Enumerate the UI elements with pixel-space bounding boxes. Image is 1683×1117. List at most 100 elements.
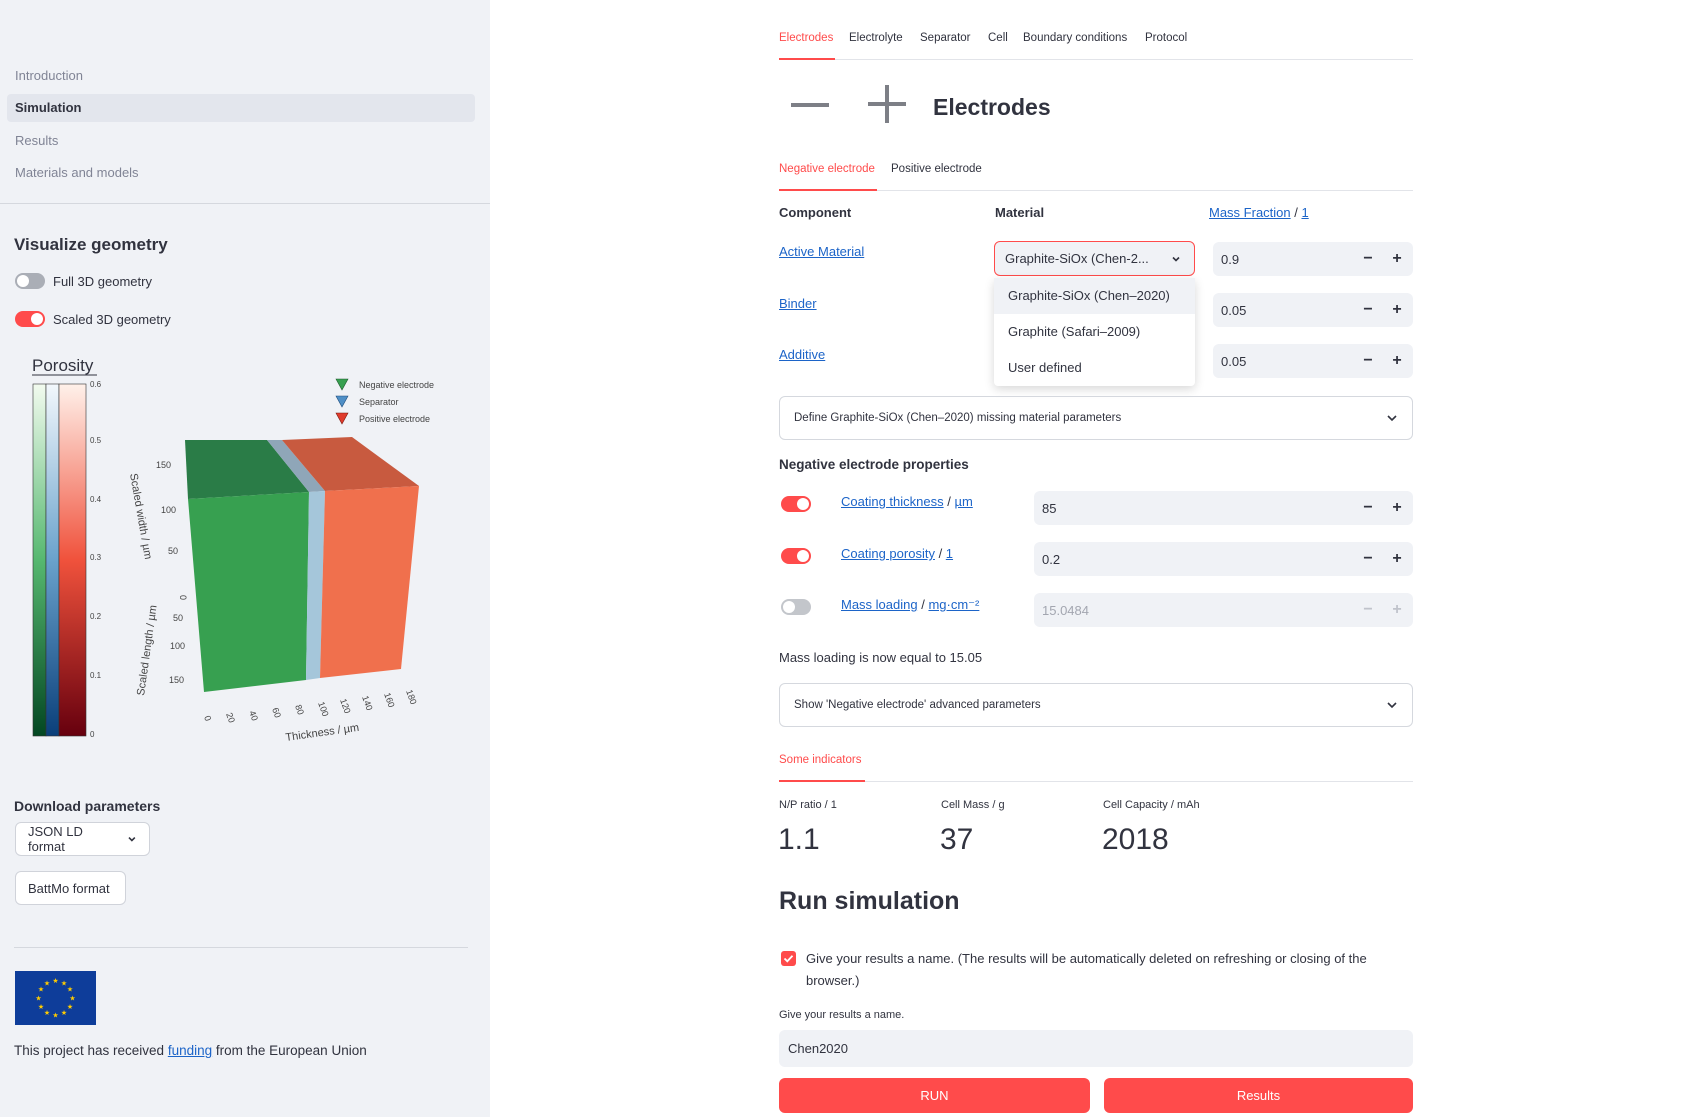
coating-porosity-label: Coating porosity / 1 — [841, 546, 954, 561]
nav-materials-and-models[interactable]: Materials and models — [7, 159, 475, 187]
name-results-checkbox[interactable] — [781, 951, 796, 966]
width-tick: 100 — [161, 505, 176, 515]
decrement-button[interactable]: − — [1355, 344, 1381, 378]
tab-negative-electrode[interactable]: Negative electrode — [779, 159, 875, 179]
nav-introduction[interactable]: Introduction — [7, 62, 475, 90]
scaled-3d-label: Scaled 3D geometry — [53, 311, 171, 327]
coating-thickness-input[interactable]: 85 − + — [1034, 491, 1413, 525]
svg-text:★: ★ — [35, 995, 41, 1003]
svg-text:★: ★ — [61, 1009, 67, 1017]
material-option[interactable]: Graphite-SiOx (Chen–2020) — [994, 278, 1195, 314]
json-ld-format-button[interactable]: JSON LD format — [15, 822, 150, 856]
thickness-tick: 0 — [202, 714, 213, 722]
coating-porosity-link[interactable]: Coating porosity — [841, 546, 935, 561]
legend-separator-swatch — [335, 395, 349, 408]
increment-button[interactable]: + — [1384, 491, 1410, 525]
mass-loading-link[interactable]: Mass loading — [841, 597, 918, 612]
legend-positive[interactable]: Positive electrode — [359, 414, 430, 424]
battmo-format-label: BattMo format — [28, 880, 110, 896]
additive-fraction-input[interactable]: 0.05 − + — [1213, 344, 1413, 378]
coating-thickness-link[interactable]: Coating thickness — [841, 494, 944, 509]
legend-separator[interactable]: Separator — [359, 397, 399, 407]
tab-positive-electrode[interactable]: Positive electrode — [891, 159, 982, 179]
decrement-button[interactable]: − — [1355, 293, 1381, 327]
run-button[interactable]: RUN — [779, 1078, 1090, 1113]
full-3d-toggle-row[interactable]: Full 3D geometry — [15, 272, 152, 290]
electrode-tabs: Negative electrode Positive electrode — [779, 159, 1413, 191]
advanced-parameters-expander[interactable]: Show 'Negative electrode' advanced param… — [779, 683, 1413, 727]
legend-negative[interactable]: Negative electrode — [359, 380, 434, 390]
colorbar-tick: 0.1 — [90, 671, 102, 680]
decrement-button[interactable]: − — [1355, 491, 1381, 525]
additive-fraction-value: 0.05 — [1221, 353, 1247, 369]
increment-button[interactable]: + — [1384, 293, 1410, 327]
coating-porosity-input[interactable]: 0.2 − + — [1034, 542, 1413, 576]
results-button[interactable]: Results — [1104, 1078, 1413, 1113]
increment-button[interactable]: + — [1384, 344, 1410, 378]
decrement-button[interactable]: − — [1355, 542, 1381, 576]
legend-positive-swatch — [335, 412, 349, 425]
svg-text:★: ★ — [44, 980, 50, 988]
decrement-button[interactable]: − — [1355, 242, 1381, 276]
results-name-input[interactable]: Chen2020 — [779, 1030, 1413, 1067]
coating-thickness-unit-link[interactable]: µm — [954, 494, 972, 509]
plus-icon[interactable] — [866, 83, 908, 125]
results-name-value: Chen2020 — [788, 1041, 848, 1056]
coating-thickness-toggle[interactable] — [781, 496, 811, 512]
active-material-fraction-input[interactable]: 0.9 − + — [1213, 242, 1413, 276]
minus-icon[interactable] — [789, 92, 831, 118]
thickness-tick: 20 — [224, 711, 237, 724]
mass-fraction-unit-link[interactable]: 1 — [1301, 205, 1308, 220]
active-material-fraction-value: 0.9 — [1221, 251, 1240, 267]
material-select[interactable]: Graphite-SiOx (Chen-2... — [994, 241, 1195, 276]
thickness-tick: 80 — [293, 703, 306, 716]
checkmark-icon — [783, 955, 794, 963]
cell-mass-value: 37 — [940, 823, 974, 856]
advanced-parameters-label: Show 'Negative electrode' advanced param… — [794, 699, 1041, 711]
mass-loading-unit-link[interactable]: mg·cm⁻² — [928, 597, 979, 612]
sidebar-divider-bottom — [14, 947, 468, 948]
binder-link[interactable]: Binder — [779, 296, 817, 311]
full-3d-toggle[interactable] — [15, 273, 45, 289]
tab-some-indicators[interactable]: Some indicators — [779, 750, 861, 770]
width-axis-label: Scaled width / µm — [127, 472, 154, 560]
increment-button[interactable]: + — [1384, 542, 1410, 576]
mass-loading-label: Mass loading / mg·cm⁻² — [841, 597, 980, 612]
geometry-plot[interactable]: Porosity 0.6 0.5 0.4 0.3 0.2 0.1 0 Negat… — [0, 350, 490, 760]
coating-porosity-toggle[interactable] — [781, 548, 811, 564]
funding-link[interactable]: funding — [168, 1043, 212, 1058]
material-option[interactable]: User defined — [994, 350, 1195, 386]
nav-simulation[interactable]: Simulation — [7, 94, 475, 122]
scaled-3d-toggle-row[interactable]: Scaled 3D geometry — [15, 310, 171, 328]
nav-results[interactable]: Results — [7, 127, 475, 155]
svg-text:★: ★ — [52, 1012, 58, 1020]
binder-fraction-input[interactable]: 0.05 − + — [1213, 293, 1413, 327]
active-material-link[interactable]: Active Material — [779, 244, 864, 259]
main-tabs: Electrodes Electrolyte Separator Cell Bo… — [779, 28, 1413, 60]
width-tick: 150 — [156, 460, 171, 470]
tab-electrolyte[interactable]: Electrolyte — [849, 28, 903, 48]
mass-loading-toggle[interactable] — [781, 599, 811, 615]
tab-separator[interactable]: Separator — [920, 28, 971, 48]
battmo-format-button[interactable]: BattMo format — [15, 871, 126, 905]
material-option[interactable]: Graphite (Safari–2009) — [994, 314, 1195, 350]
download-parameters-title: Download parameters — [14, 798, 161, 814]
mass-fraction-link[interactable]: Mass Fraction — [1209, 205, 1291, 220]
material-select-value: Graphite-SiOx (Chen-2... — [1005, 251, 1149, 266]
missing-parameters-expander[interactable]: Define Graphite-SiOx (Chen–2020) missing… — [779, 396, 1413, 440]
chevron-down-icon — [1387, 702, 1397, 709]
thickness-tick: 180 — [404, 688, 419, 706]
colorbar-tick: 0.3 — [90, 553, 102, 562]
material-dropdown: Graphite-SiOx (Chen–2020) Graphite (Safa… — [994, 278, 1195, 386]
colorbar-separator — [45, 383, 60, 737]
increment-button[interactable]: + — [1384, 242, 1410, 276]
scaled-3d-toggle[interactable] — [15, 311, 45, 327]
tab-boundary-conditions[interactable]: Boundary conditions — [1023, 28, 1127, 48]
coating-porosity-unit-link[interactable]: 1 — [946, 546, 953, 561]
additive-link[interactable]: Additive — [779, 347, 825, 362]
tab-protocol[interactable]: Protocol — [1145, 28, 1187, 48]
np-ratio-value: 1.1 — [778, 823, 820, 856]
json-ld-format-label: JSON LD format — [28, 824, 83, 854]
tab-electrodes[interactable]: Electrodes — [779, 28, 833, 48]
tab-cell[interactable]: Cell — [988, 28, 1008, 48]
